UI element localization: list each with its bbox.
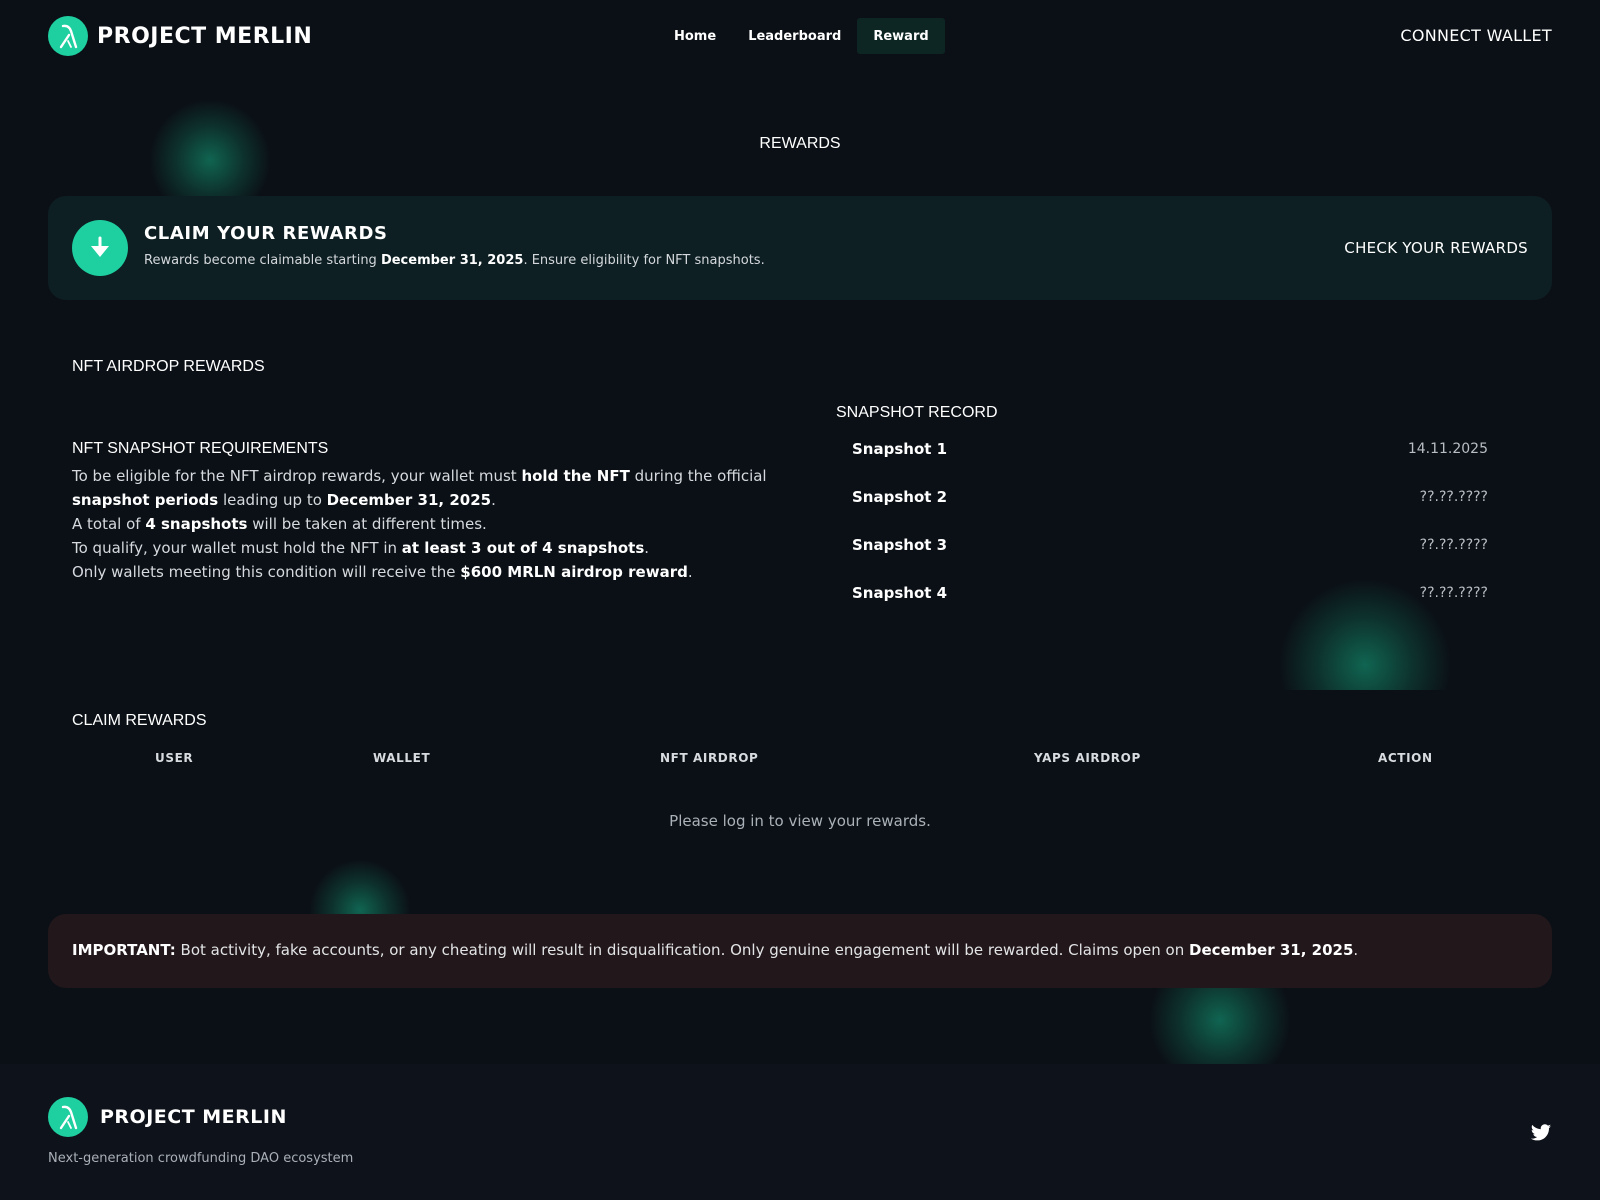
claim-title: CLAIM YOUR REWARDS: [144, 223, 388, 244]
twitter-icon[interactable]: [1530, 1122, 1552, 1144]
snapshot-row: Snapshot 3 ??.??.????: [852, 534, 1488, 582]
snapshot-date: ??.??.????: [1419, 537, 1488, 553]
column-header-action: ACTION: [1378, 751, 1433, 765]
brand-logo-link[interactable]: PROJECT MERLIN: [48, 16, 312, 56]
requirements-title: NFT SNAPSHOT REQUIREMENTS: [72, 440, 329, 457]
snapshot-date: ??.??.????: [1419, 585, 1488, 601]
snapshot-name: Snapshot 1: [852, 440, 948, 458]
main-nav: Home Leaderboard Reward: [658, 18, 945, 54]
important-text: IMPORTANT: Bot activity, fake accounts, …: [72, 941, 1359, 959]
claim-banner: CLAIM YOUR REWARDS Rewards become claima…: [48, 196, 1552, 300]
snapshot-date: ??.??.????: [1419, 489, 1488, 505]
top-header: PROJECT MERLIN Home Leaderboard Reward C…: [0, 0, 1600, 72]
requirements-text: To be eligible for the NFT airdrop rewar…: [72, 467, 767, 581]
column-header-yaps-airdrop: YAPS AIRDROP: [1034, 751, 1141, 765]
empty-state-message: Please log in to view your rewards.: [669, 812, 931, 830]
snapshot-name: Snapshot 4: [852, 584, 948, 602]
connect-wallet-button[interactable]: CONNECT WALLET: [1400, 26, 1552, 45]
footer-tagline: Next-generation crowdfunding DAO ecosyst…: [48, 1151, 354, 1166]
claim-rewards-title: CLAIM REWARDS: [72, 712, 207, 729]
snapshot-date: 14.11.2025: [1407, 441, 1488, 457]
nav-leaderboard[interactable]: Leaderboard: [732, 18, 857, 54]
check-rewards-button[interactable]: CHECK YOUR REWARDS: [1344, 239, 1528, 257]
download-arrow-icon: [72, 220, 128, 276]
claim-subtitle: Rewards become claimable starting Decemb…: [144, 253, 765, 268]
column-header-user: USER: [155, 751, 194, 765]
brand-name: PROJECT MERLIN: [97, 23, 313, 49]
important-notice: IMPORTANT: Bot activity, fake accounts, …: [48, 914, 1552, 988]
nft-section-title: NFT AIRDROP REWARDS: [72, 358, 265, 375]
snapshot-record-title: SNAPSHOT RECORD: [836, 404, 998, 421]
column-header-wallet: WALLET: [373, 751, 431, 765]
footer-brand-link[interactable]: PROJECT MERLIN: [48, 1097, 287, 1137]
footer-brand-name: PROJECT MERLIN: [100, 1106, 287, 1128]
claim-rewards-panel: [60, 690, 1540, 860]
column-header-nft-airdrop: NFT AIRDROP: [660, 751, 759, 765]
nav-home[interactable]: Home: [658, 18, 732, 54]
page-title: REWARDS: [759, 135, 841, 152]
snapshot-name: Snapshot 3: [852, 536, 948, 554]
snapshot-name: Snapshot 2: [852, 488, 948, 506]
snapshot-list: Snapshot 1 14.11.2025 Snapshot 2 ??.??.?…: [852, 438, 1488, 630]
merlin-logo-icon: [48, 16, 88, 56]
nav-reward[interactable]: Reward: [857, 18, 945, 54]
footer: PROJECT MERLIN Next-generation crowdfund…: [0, 1064, 1600, 1200]
snapshot-row: Snapshot 2 ??.??.????: [852, 486, 1488, 534]
merlin-logo-icon: [48, 1097, 88, 1137]
snapshot-row: Snapshot 4 ??.??.????: [852, 582, 1488, 630]
snapshot-row: Snapshot 1 14.11.2025: [852, 438, 1488, 486]
